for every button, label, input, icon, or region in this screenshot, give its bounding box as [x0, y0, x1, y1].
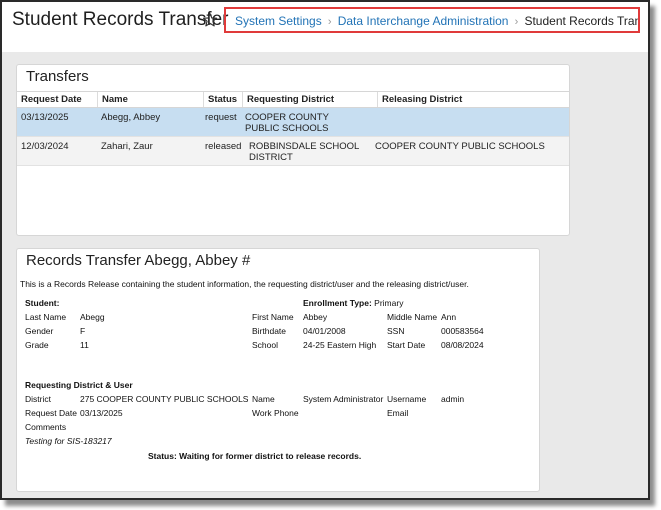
- school-label: School: [252, 340, 278, 350]
- work-phone-label: Work Phone: [252, 408, 299, 418]
- comments-value: Testing for SIS-183217: [25, 436, 112, 446]
- grade-label: Grade: [25, 340, 49, 350]
- column-header-status[interactable]: Status: [203, 92, 242, 107]
- app-window: Student Records Transfer System Settings…: [0, 0, 650, 500]
- cell-requesting-district: COOPER COUNTY PUBLIC SCHOOLS: [245, 112, 329, 134]
- cell-releasing-district: COOPER COUNTY PUBLIC SCHOOLS: [375, 141, 545, 152]
- enrollment-type-label: Enrollment Type:: [303, 298, 372, 308]
- breadcrumb-current-page: Student Records Transfer: [524, 14, 640, 28]
- birthdate-label: Birthdate: [252, 326, 287, 336]
- requesting-district-heading: Requesting District & User: [25, 380, 133, 390]
- ssn-value: 000583564: [441, 326, 484, 336]
- enrollment-type: Enrollment Type: Primary: [303, 298, 403, 308]
- cell-status: released: [205, 141, 242, 152]
- breadcrumb: System Settings › Data Interchange Adminis…: [224, 7, 640, 33]
- cell-name: Zahari, Zaur: [101, 141, 153, 152]
- column-header-requesting-district[interactable]: Requesting District: [242, 92, 377, 107]
- first-name-value: Abbey: [303, 312, 328, 322]
- start-date-value: 08/08/2024: [441, 340, 484, 350]
- transfers-panel: Transfers Request Date Name Status Reque…: [16, 64, 570, 236]
- username-value: admin: [441, 394, 465, 404]
- gender-value: F: [80, 326, 86, 336]
- column-header-releasing-district[interactable]: Releasing District: [377, 92, 569, 107]
- chevron-right-icon: ›: [327, 16, 332, 28]
- main-content: Transfers Request Date Name Status Reque…: [2, 52, 648, 498]
- intro-text: This is a Records Release containing the…: [20, 279, 469, 289]
- cell-name: Abegg, Abbey: [101, 112, 161, 123]
- column-header-name[interactable]: Name: [97, 92, 203, 107]
- first-name-label: First Name: [252, 312, 294, 322]
- cell-status: request: [205, 112, 237, 123]
- gender-label: Gender: [25, 326, 54, 336]
- page-title: Student Records Transfer: [12, 9, 229, 30]
- records-transfer-details: This is a Records Release containing the…: [17, 249, 539, 491]
- column-header-request-date[interactable]: Request Date: [17, 92, 97, 107]
- middle-name-value: Ann: [441, 312, 457, 322]
- ssn-label: SSN: [387, 326, 405, 336]
- transfers-table: Request Date Name Status Requesting Dist…: [17, 91, 569, 166]
- school-value: 24-25 Eastern High: [303, 340, 377, 350]
- last-name-value: Abegg: [80, 312, 105, 322]
- district-value: 275 COOPER COUNTY PUBLIC SCHOOLS: [80, 394, 249, 404]
- student-heading: Student:: [25, 298, 60, 308]
- middle-name-label: Middle Name: [387, 312, 438, 322]
- records-transfer-panel: Records Transfer Abegg, Abbey # This is …: [16, 248, 540, 492]
- requester-name-label: Name: [252, 394, 275, 404]
- cell-request-date: 12/03/2024: [21, 141, 69, 152]
- page-header: Student Records Transfer System Settings…: [2, 2, 648, 52]
- cell-request-date: 03/13/2025: [21, 112, 69, 123]
- breadcrumb-system-settings[interactable]: System Settings: [235, 14, 322, 28]
- request-date-label: Request Date: [25, 408, 77, 418]
- star-icon[interactable]: [202, 12, 218, 28]
- chevron-right-icon: ›: [514, 16, 519, 28]
- enrollment-type-value: Primary: [374, 298, 404, 308]
- cell-requesting-district: ROBBINSDALE SCHOOL DISTRICT: [249, 141, 359, 163]
- status-message: Status: Waiting for former district to r…: [148, 451, 362, 461]
- last-name-label: Last Name: [25, 312, 67, 322]
- table-row[interactable]: 12/03/2024 Zahari, Zaur released ROBBINS…: [17, 137, 569, 166]
- requester-name-value: System Administrator: [303, 394, 384, 404]
- birthdate-value: 04/01/2008: [303, 326, 346, 336]
- grade-value: 11: [80, 340, 89, 350]
- breadcrumb-data-interchange-administration[interactable]: Data Interchange Administration: [338, 14, 509, 28]
- comments-label: Comments: [25, 422, 67, 432]
- district-label: District: [25, 394, 51, 404]
- username-label: Username: [387, 394, 427, 404]
- request-date-value: 03/13/2025: [80, 408, 123, 418]
- start-date-label: Start Date: [387, 340, 426, 350]
- table-header-row: Request Date Name Status Requesting Dist…: [17, 91, 569, 108]
- table-row[interactable]: 03/13/2025 Abegg, Abbey request COOPER C…: [17, 108, 569, 137]
- email-label: Email: [387, 408, 409, 418]
- transfers-panel-title: Transfers: [26, 68, 89, 85]
